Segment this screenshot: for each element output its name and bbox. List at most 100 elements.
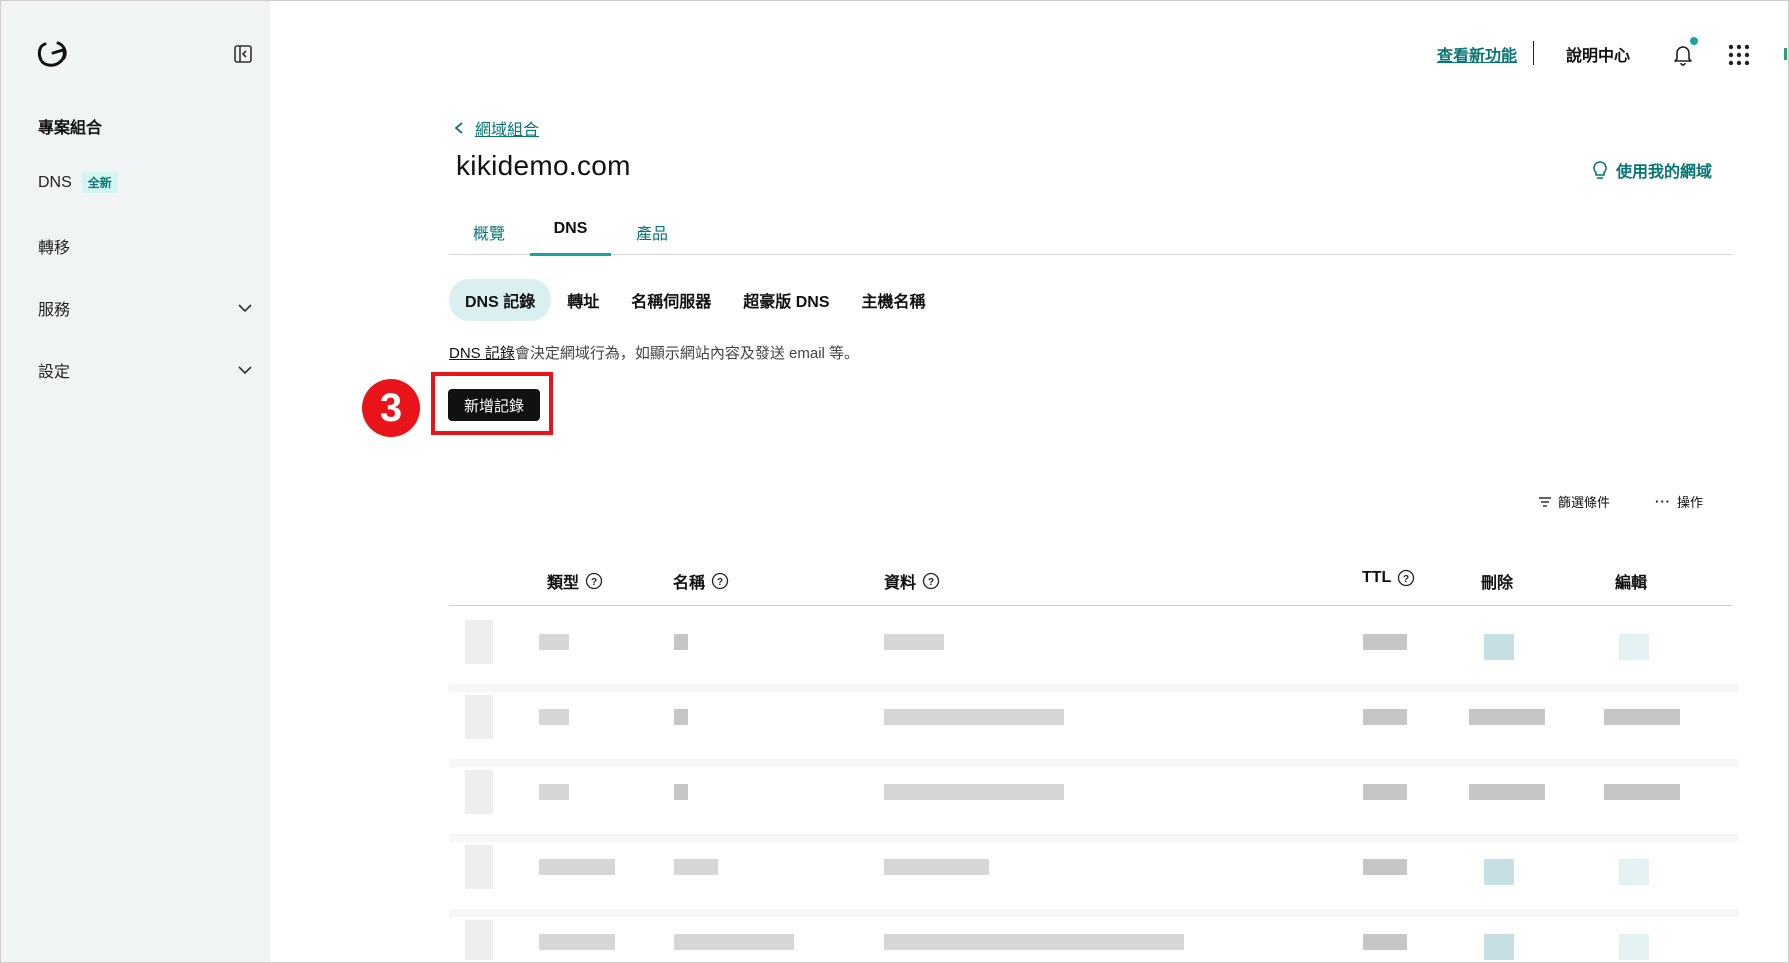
- help-center-link[interactable]: 說明中心: [1566, 42, 1630, 66]
- blurred-cell: [884, 934, 1184, 950]
- blurred-cell: [674, 634, 688, 650]
- topbar-divider: [1533, 41, 1534, 65]
- blurred-cell: [1363, 634, 1407, 650]
- whats-new-link[interactable]: 查看新功能: [1437, 42, 1517, 66]
- chevron-left-icon: [454, 122, 463, 134]
- blurred-cell: [1363, 784, 1407, 800]
- edit-button[interactable]: [1604, 784, 1680, 800]
- edit-icon[interactable]: [1619, 859, 1649, 885]
- table-row[interactable]: [449, 764, 1732, 838]
- apps-grid-icon[interactable]: [1728, 44, 1750, 66]
- add-record-button[interactable]: 新增記錄: [448, 389, 540, 421]
- subtab-forwarding[interactable]: 轉址: [551, 279, 615, 321]
- blurred-cell: [884, 784, 1064, 800]
- blurred-cell: [539, 634, 569, 650]
- edit-icon[interactable]: [1619, 934, 1649, 960]
- tab-products[interactable]: 產品: [636, 220, 668, 244]
- filter-button[interactable]: 篩選條件: [1538, 492, 1610, 511]
- edit-icon[interactable]: [1619, 634, 1649, 660]
- column-header-edit: 編輯: [1615, 575, 1648, 592]
- actions-button[interactable]: ··· 操作: [1655, 492, 1703, 511]
- sidebar-item-label: DNS: [38, 173, 72, 191]
- delete-icon[interactable]: [1484, 634, 1514, 660]
- sidebar-item-services[interactable]: 服務: [38, 296, 254, 320]
- blurred-cell: [465, 920, 493, 960]
- edit-button[interactable]: [1604, 709, 1680, 725]
- use-my-domain-label: 使用我的網域: [1616, 164, 1713, 181]
- chevron-down-icon: [238, 304, 252, 313]
- breadcrumb[interactable]: 網域組合: [453, 116, 539, 140]
- blurred-cell: [539, 859, 615, 875]
- blurred-cell: [674, 784, 688, 800]
- sidebar-item-settings[interactable]: 設定: [38, 358, 254, 382]
- use-my-domain-link[interactable]: 使用我的網域: [1592, 158, 1712, 182]
- table-row[interactable]: [449, 614, 1732, 688]
- dns-description: DNS 記錄會決定網域行為，如顯示網站內容及發送 email 等。: [449, 342, 859, 363]
- column-header-delete: 刪除: [1481, 575, 1514, 592]
- delete-button[interactable]: [1469, 784, 1545, 800]
- blurred-cell: [1363, 709, 1407, 725]
- dns-records-help-link[interactable]: DNS 記錄: [449, 345, 515, 362]
- tab-dns[interactable]: DNS: [530, 220, 611, 256]
- column-label: TTL: [1362, 569, 1392, 586]
- dns-subtabs: DNS 記錄 轉址 名稱伺服器 超豪版 DNS 主機名稱: [449, 279, 942, 321]
- sidebar-item-dns[interactable]: DNS 全新: [38, 172, 254, 193]
- filter-icon: [1539, 496, 1551, 507]
- help-circle-icon[interactable]: ?: [922, 572, 940, 590]
- table-row[interactable]: [449, 914, 1732, 963]
- blurred-cell: [539, 709, 569, 725]
- delete-button[interactable]: [1469, 709, 1545, 725]
- blurred-cell: [465, 620, 493, 664]
- blurred-cell: [1363, 859, 1407, 875]
- table-row[interactable]: [449, 689, 1732, 763]
- help-circle-icon[interactable]: ?: [585, 572, 603, 590]
- help-circle-icon[interactable]: ?: [711, 572, 729, 590]
- blurred-cell: [884, 859, 989, 875]
- chevron-down-icon: [238, 366, 252, 375]
- tab-overview[interactable]: 概覽: [473, 220, 505, 244]
- table-header: 類型 ? 名稱 ? 資料 ? TTL ? 刪除 編輯: [449, 560, 1732, 606]
- page-title: kikidemo.com: [456, 150, 631, 181]
- bell-icon[interactable]: [1671, 42, 1695, 66]
- column-header-ttl[interactable]: TTL ?: [1362, 569, 1415, 587]
- step-number-badge: 3: [362, 379, 420, 437]
- column-header-type[interactable]: 類型 ?: [547, 569, 603, 593]
- column-header-data[interactable]: 資料 ?: [884, 569, 940, 593]
- table-row[interactable]: [449, 839, 1732, 913]
- column-header-name[interactable]: 名稱 ?: [673, 569, 729, 593]
- sidebar-item-label: 服務: [38, 302, 71, 319]
- blurred-cell: [465, 770, 493, 814]
- subtab-dns-records[interactable]: DNS 記錄: [449, 279, 552, 321]
- blurred-cell: [884, 634, 944, 650]
- new-badge: 全新: [81, 172, 118, 193]
- sidebar-section-title[interactable]: 專案組合: [38, 114, 102, 138]
- blurred-cell: [539, 934, 615, 950]
- blurred-cell: [465, 845, 493, 889]
- blurred-cell: [674, 859, 718, 875]
- blurred-cell: [539, 784, 569, 800]
- main-tabs: 概覽 DNS 產品: [449, 214, 1732, 256]
- delete-icon[interactable]: [1484, 859, 1514, 885]
- description-text: 會決定網域行為，如顯示網站內容及發送 email 等。: [514, 345, 860, 362]
- subtab-premium-dns[interactable]: 超豪版 DNS: [727, 279, 845, 321]
- delete-icon[interactable]: [1484, 934, 1514, 960]
- collapse-sidebar-icon[interactable]: [233, 44, 253, 64]
- blurred-cell: [674, 934, 794, 950]
- sidebar-item-transfer[interactable]: 轉移: [38, 234, 254, 258]
- lightbulb-icon: [1593, 161, 1607, 179]
- notification-dot: [1690, 37, 1698, 45]
- actions-label: 操作: [1677, 495, 1704, 510]
- svg-text:?: ?: [928, 577, 934, 588]
- filter-label: 篩選條件: [1558, 495, 1611, 510]
- subtab-hostnames[interactable]: 主機名稱: [846, 279, 942, 321]
- more-dots-icon: ···: [1655, 494, 1671, 509]
- help-circle-icon[interactable]: ?: [1397, 569, 1415, 587]
- subtab-nameservers[interactable]: 名稱伺服器: [615, 279, 727, 321]
- edge-indicator: [1784, 48, 1787, 60]
- brand-logo-icon[interactable]: [36, 40, 68, 68]
- blurred-cell: [884, 709, 1064, 725]
- blurred-cell: [1363, 934, 1407, 950]
- breadcrumb-link[interactable]: 網域組合: [475, 116, 539, 140]
- sidebar-item-label: 設定: [38, 364, 71, 381]
- sidebar-item-label: 轉移: [38, 240, 71, 257]
